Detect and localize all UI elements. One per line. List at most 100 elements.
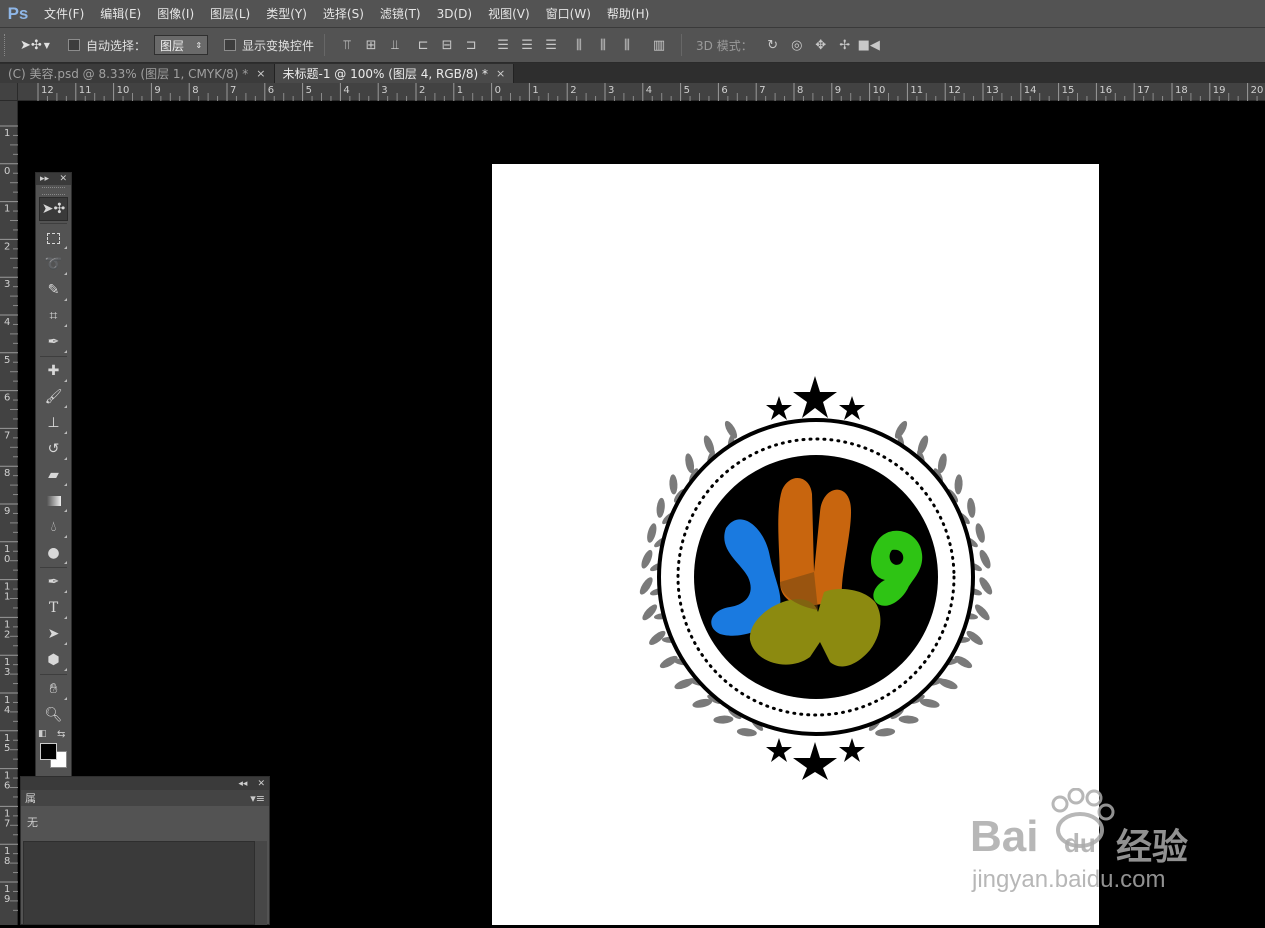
horizontal-ruler[interactable]: 12 11 10 9 8 7 6 5 4 3 2 1 0 1 2 3 4 5 6 7 8 9 10 11 12 13 14 15 16 1… xyxy=(18,83,1265,101)
separator xyxy=(40,356,67,357)
panel-scrollbar[interactable] xyxy=(255,841,267,925)
close-icon[interactable]: ✕ xyxy=(59,174,67,184)
chevron-down-icon: ▼ xyxy=(43,40,50,50)
panel-menu-icon[interactable]: ▾≡ xyxy=(250,792,265,805)
tools-panel-header[interactable]: ▸▸ ✕ xyxy=(36,173,71,185)
default-colors-icon[interactable]: ◧ xyxy=(38,729,47,739)
ruler-label: 15 xyxy=(1062,85,1075,96)
hexagon-icon: ⬢ xyxy=(47,652,60,668)
auto-align-icon[interactable]: ▥ xyxy=(647,33,671,57)
emblem-artwork xyxy=(639,376,993,780)
auto-select-label: 自动选择： xyxy=(86,38,147,53)
auto-select-option[interactable]: 自动选择： xyxy=(68,37,146,54)
pen-tool[interactable]: ✒ xyxy=(39,570,68,594)
history-brush-tool[interactable]: ↺ xyxy=(39,437,68,461)
shape-tool[interactable]: ⬢ xyxy=(39,648,68,672)
ruler-label: 5 xyxy=(4,355,10,366)
align-bottom-icon[interactable]: ⫫ xyxy=(383,33,407,57)
crop-tool[interactable]: ⌗ xyxy=(39,304,68,328)
swap-colors-icon[interactable]: ⇆ xyxy=(57,729,65,740)
expand-icon[interactable]: ▸▸ xyxy=(40,174,49,184)
close-icon[interactable]: × xyxy=(256,67,265,80)
menu-select[interactable]: 选择(S) xyxy=(315,0,372,28)
menu-3d[interactable]: 3D(D) xyxy=(429,0,480,28)
properties-panel: ◂◂ ✕ 属 ▾≡ 无 xyxy=(20,776,270,925)
distribute-hcenter-icon[interactable]: ⫼ xyxy=(591,33,615,57)
ruler-label: 11 xyxy=(910,85,923,96)
tools-panel: ▸▸ ✕ ➤✣ ➰ ✎ ⌗ ✒ ✚ 🖌︎ ⊥ ↺ ▰ 💧︎ ● ✒ T ➤ ⬢ … xyxy=(35,172,72,834)
options-grip[interactable] xyxy=(4,34,10,56)
document-tabs: (C) 美容.psd @ 8.33% (图层 1, CMYK/8) * × 未标… xyxy=(0,63,1265,83)
roll-3d-icon[interactable]: ◎ xyxy=(785,33,809,57)
menu-window[interactable]: 窗口(W) xyxy=(538,0,599,28)
panel-tab[interactable]: 属 xyxy=(25,790,36,806)
lasso-tool[interactable]: ➰ xyxy=(39,252,68,276)
watermark-brand-2: du xyxy=(1064,828,1096,858)
auto-select-checkbox[interactable] xyxy=(68,39,80,51)
align-right-icon[interactable]: ⊐ xyxy=(459,33,483,57)
dodge-tool[interactable]: ● xyxy=(39,541,68,565)
align-top-icon[interactable]: ⫪ xyxy=(335,33,359,57)
distribute-top-icon[interactable]: ☰ xyxy=(491,33,515,57)
tab-title: 未标题-1 @ 100% (图层 4, RGB/8) * xyxy=(282,67,489,81)
healing-brush-tool[interactable]: ✚ xyxy=(39,359,68,383)
laurel-leaf xyxy=(669,474,678,495)
slide-3d-icon[interactable]: ✢ xyxy=(833,33,857,57)
show-transform-checkbox[interactable] xyxy=(224,39,237,51)
rotate-3d-icon[interactable]: ↻ xyxy=(761,33,785,57)
quick-selection-tool[interactable]: ✎ xyxy=(39,278,68,302)
show-transform-option[interactable]: 显示变换控件 xyxy=(224,37,314,54)
vertical-ruler[interactable]: 1012345678910111213141516171819 xyxy=(0,101,18,925)
menu-help[interactable]: 帮助(H) xyxy=(599,0,657,28)
move-tool[interactable]: ➤✣ xyxy=(39,197,68,221)
brush-tool[interactable]: 🖌︎ xyxy=(39,385,68,409)
zoom-tool[interactable]: 🔍︎ xyxy=(39,703,68,727)
align-vcenter-icon[interactable]: ⊞ xyxy=(359,33,383,57)
gradient-tool[interactable] xyxy=(39,489,68,513)
collapse-icon[interactable]: ◂◂ xyxy=(238,779,247,789)
ruler-label: 13 xyxy=(986,85,999,96)
drag-3d-icon[interactable]: ✥ xyxy=(809,33,833,57)
panel-header[interactable]: ◂◂ ✕ xyxy=(21,777,269,790)
menu-filter[interactable]: 滤镜(T) xyxy=(372,0,429,28)
type-icon: T xyxy=(48,600,59,616)
type-tool[interactable]: T xyxy=(39,596,68,620)
blur-tool[interactable]: 💧︎ xyxy=(39,515,68,539)
menu-layer[interactable]: 图层(L) xyxy=(202,0,258,28)
distribute-left-icon[interactable]: ⫼ xyxy=(567,33,591,57)
tab-document-2[interactable]: 未标题-1 @ 100% (图层 4, RGB/8) * × xyxy=(274,64,515,83)
tab-document-1[interactable]: (C) 美容.psd @ 8.33% (图层 1, CMYK/8) * × xyxy=(0,64,275,83)
ruler-label: 9 xyxy=(154,85,160,96)
move-tool-preset-picker[interactable]: ➤✣ ▼ xyxy=(20,38,58,53)
eraser-tool[interactable]: ▰ xyxy=(39,463,68,487)
align-left-icon[interactable]: ⊏ xyxy=(411,33,435,57)
ruler-label: 2 xyxy=(419,85,425,96)
ruler-label: 9 xyxy=(4,894,10,905)
align-hcenter-icon[interactable]: ⊟ xyxy=(435,33,459,57)
path-selection-tool[interactable]: ➤ xyxy=(39,622,68,646)
marquee-tool[interactable] xyxy=(39,226,68,250)
baidu-watermark: Bai du 经验 jingyan.baidu.com xyxy=(968,788,1203,898)
ruler-origin[interactable] xyxy=(0,83,18,101)
hand-tool[interactable]: ✋︎ xyxy=(39,677,68,701)
tab-title: (C) 美容.psd @ 8.33% (图层 1, CMYK/8) * xyxy=(8,67,249,81)
menu-view[interactable]: 视图(V) xyxy=(480,0,538,28)
menu-file[interactable]: 文件(F) xyxy=(36,0,92,28)
clone-stamp-tool[interactable]: ⊥ xyxy=(39,411,68,435)
distribute-vcenter-icon[interactable]: ☰ xyxy=(515,33,539,57)
eyedropper-tool[interactable]: ✒ xyxy=(39,330,68,354)
ruler-label: 6 xyxy=(721,85,727,96)
foreground-color[interactable] xyxy=(40,743,57,760)
tools-grip[interactable] xyxy=(42,187,65,195)
close-icon[interactable]: × xyxy=(496,67,505,80)
ruler-label: 7 xyxy=(4,430,10,441)
distribute-bottom-icon[interactable]: ☰ xyxy=(539,33,563,57)
distribute-right-icon[interactable]: ⫼ xyxy=(615,33,639,57)
close-icon[interactable]: ✕ xyxy=(257,779,265,789)
menu-image[interactable]: 图像(I) xyxy=(149,0,202,28)
menu-edit[interactable]: 编辑(E) xyxy=(92,0,149,28)
ruler-label: 16 xyxy=(1099,85,1112,96)
scale-3d-icon[interactable]: ■◀ xyxy=(857,33,881,57)
auto-select-dropdown[interactable]: 图层 ⇕ xyxy=(154,35,209,55)
menu-type[interactable]: 类型(Y) xyxy=(258,0,315,28)
